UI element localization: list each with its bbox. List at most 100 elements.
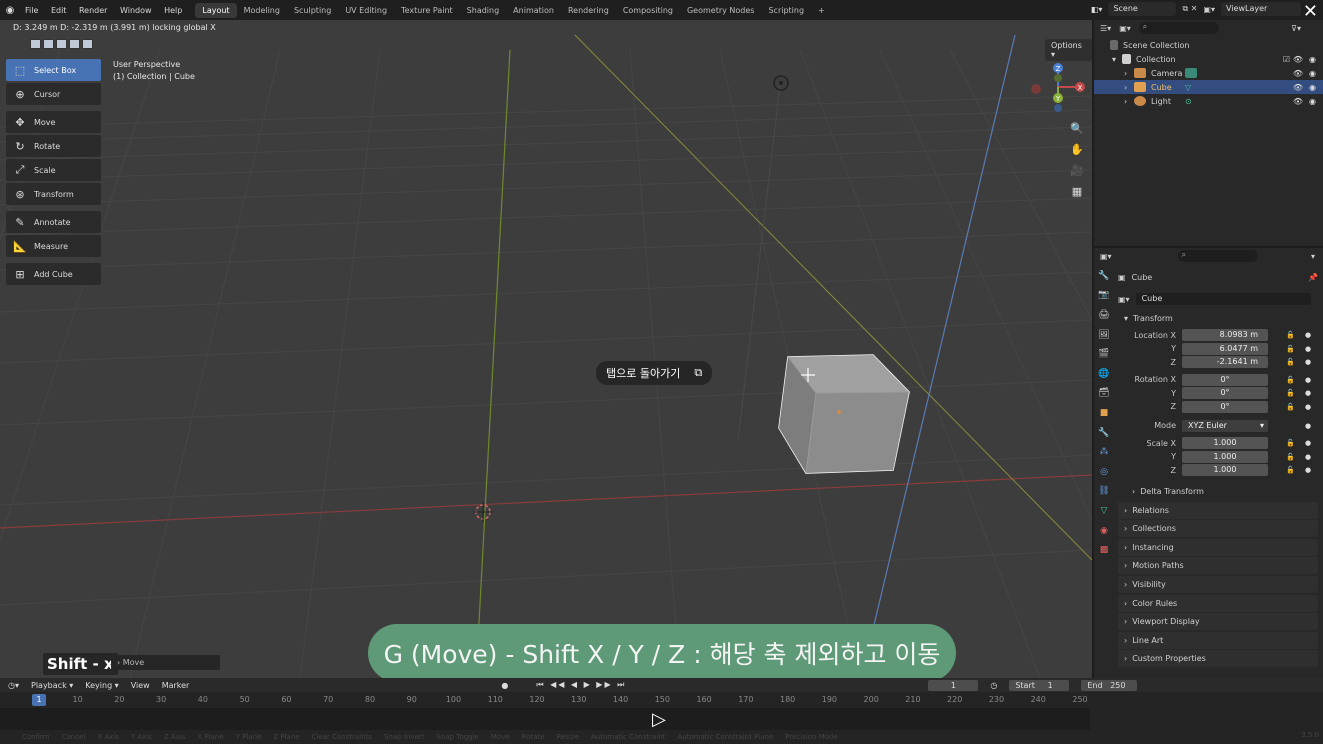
custom-properties-panel[interactable]: › Custom Properties [1118, 650, 1318, 668]
view-menu[interactable]: View [131, 681, 150, 690]
editor-type-icon[interactable]: ◷▾ [8, 681, 19, 690]
select-invert-icon[interactable] [69, 39, 80, 49]
tab-shading[interactable]: Shading [460, 3, 507, 18]
render-camera-icon[interactable]: ◉ [1309, 69, 1316, 78]
navigation-gizmo[interactable]: Z X Y [1031, 63, 1085, 112]
tab-texture-paint[interactable]: Texture Paint [394, 3, 460, 18]
lock-icon[interactable]: 🔓 [1286, 466, 1295, 474]
keyframe-area[interactable] [0, 708, 1090, 730]
scale-y-field[interactable]: 1.000 [1182, 450, 1268, 463]
lock-icon[interactable]: 🔓 [1286, 403, 1295, 411]
playback-controls[interactable]: ⏮ ◀◀ ◀ ▶ ▶▶ ⏭ [536, 680, 626, 690]
select-subtract-icon[interactable] [56, 39, 67, 49]
chevron-down-icon[interactable]: ▾ [1311, 252, 1315, 261]
editor-type-icon[interactable]: ☰▾ [1100, 24, 1111, 33]
outliner-item-camera[interactable]: › Camera 👁 ◉ [1094, 66, 1323, 80]
tool-transform[interactable]: ⊛ Transform [6, 183, 101, 205]
particles-tab-icon[interactable]: ⁂ [1094, 442, 1114, 462]
collections-panel[interactable]: › Collections [1118, 520, 1318, 538]
display-mode-icon[interactable]: ▣▾ [1119, 24, 1131, 33]
tab-geometry-nodes[interactable]: Geometry Nodes [680, 3, 761, 18]
editor-type-icon[interactable]: ▣▾ [1100, 252, 1112, 261]
view-layer-icon[interactable]: ▣▾ [1203, 5, 1215, 14]
tab-scripting[interactable]: Scripting [761, 3, 811, 18]
play-overlay-icon[interactable]: ▷ [652, 709, 666, 730]
3d-viewport[interactable]: Z X Y D: 3.249 m D: -2.319 m (3.991 m) l… [0, 20, 1092, 678]
preview-range-icon[interactable]: ◷ [990, 681, 997, 690]
view-layer-tab-icon[interactable]: 🖼 [1094, 325, 1114, 345]
menu-file[interactable]: File [25, 6, 38, 15]
tool-add-cube[interactable]: ⊞ Add Cube [6, 263, 101, 285]
constraints-tab-icon[interactable]: ⛓ [1094, 482, 1114, 502]
cube-object[interactable] [778, 354, 910, 474]
scene-icon[interactable]: ◧▾ [1091, 5, 1103, 14]
select-intersect-icon[interactable] [82, 39, 93, 49]
delta-transform-panel[interactable]: › Delta Transform [1118, 483, 1318, 500]
lock-icon[interactable]: 🔓 [1286, 345, 1295, 353]
menu-render[interactable]: Render [79, 6, 107, 15]
current-frame-field[interactable]: 1 [928, 679, 979, 691]
frame-ruler[interactable]: 1102030405060708090100110120130140150160… [30, 695, 1090, 707]
rotation-y-field[interactable]: 0° [1182, 387, 1268, 400]
render-camera-icon[interactable]: ◉ [1309, 55, 1316, 64]
modifier-tab-icon[interactable]: 🔧 [1094, 423, 1114, 443]
options-dropdown[interactable]: Options ▾ [1045, 39, 1092, 61]
tool-measure[interactable]: 📐 Measure [6, 235, 101, 257]
eye-icon[interactable]: 👁 [1293, 97, 1303, 106]
grid-ortho-icon[interactable]: ▦ [1066, 181, 1088, 202]
pin-icon[interactable]: 📌 [1308, 273, 1318, 282]
zoom-icon[interactable]: 🔍 [1066, 118, 1088, 139]
camera-object[interactable] [773, 75, 789, 91]
location-y-field[interactable]: 6.0477 m [1182, 342, 1268, 355]
color-rules-panel[interactable]: › Color Rules [1118, 594, 1318, 612]
select-extend-icon[interactable] [43, 39, 54, 49]
chevron-down-icon[interactable]: ▾ [1112, 55, 1122, 64]
marker-menu[interactable]: Marker [162, 681, 190, 690]
tab-modeling[interactable]: Modeling [237, 3, 287, 18]
menu-edit[interactable]: Edit [51, 6, 67, 15]
outliner-search-input[interactable]: ⌕ [1138, 22, 1219, 34]
menu-window[interactable]: Window [120, 6, 152, 15]
keyframe-dot-icon[interactable]: ● [1305, 453, 1311, 461]
tab-compositing[interactable]: Compositing [616, 3, 680, 18]
tab-layout[interactable]: Layout [195, 2, 237, 18]
chevron-right-icon[interactable]: › [1124, 69, 1134, 78]
eye-icon[interactable]: 👁 [1293, 69, 1303, 78]
keyframe-dot-icon[interactable]: ● [1305, 422, 1311, 430]
scene-field[interactable]: Scene [1108, 2, 1177, 16]
material-tab-icon[interactable]: ◉ [1094, 521, 1114, 541]
keyframe-dot-icon[interactable]: ● [1305, 376, 1311, 384]
return-to-tab-tooltip[interactable]: 탭으로 돌아가기 ⧉ [596, 361, 713, 385]
tab-uv-editing[interactable]: UV Editing [338, 3, 394, 18]
rotation-x-field[interactable]: 0° [1182, 373, 1268, 386]
lock-icon[interactable]: 🔓 [1286, 453, 1295, 461]
scene-tab-icon[interactable]: 🎬 [1094, 344, 1114, 364]
last-operator-panel[interactable]: › Move [111, 655, 220, 670]
playback-menu[interactable]: Playback ▾ [31, 681, 73, 690]
tool-select-box[interactable]: ⬚ Select Box [6, 59, 101, 81]
menu-help[interactable]: Help [164, 6, 182, 15]
visibility-panel[interactable]: › Visibility [1118, 576, 1318, 594]
tool-move[interactable]: ✥ Move [6, 111, 101, 133]
transform-panel-header[interactable]: ▾ Transform [1118, 310, 1318, 327]
start-frame-field[interactable]: Start 1 [1009, 679, 1070, 691]
texture-tab-icon[interactable]: ▩ [1094, 540, 1114, 560]
keyframe-dot-icon[interactable]: ● [1305, 466, 1311, 474]
line-art-panel[interactable]: › Line Art [1118, 631, 1318, 649]
lock-icon[interactable]: 🔓 [1286, 331, 1295, 339]
keying-menu[interactable]: Keying ▾ [85, 681, 118, 690]
render-camera-icon[interactable]: ◉ [1309, 97, 1316, 106]
add-workspace-button[interactable]: + [811, 3, 832, 18]
scale-z-field[interactable]: 1.000 [1182, 464, 1268, 477]
keyframe-dot-icon[interactable]: ● [1305, 345, 1311, 353]
tool-rotate[interactable]: ↻ Rotate [6, 135, 101, 157]
motion-paths-panel[interactable]: › Motion Paths [1118, 557, 1318, 575]
object-tab-icon[interactable]: ■ [1094, 403, 1114, 423]
keyframe-dot-icon[interactable]: ● [1305, 389, 1311, 397]
render-camera-icon[interactable]: ◉ [1309, 83, 1316, 92]
tool-cursor[interactable]: ⊕ Cursor [6, 83, 101, 105]
record-icon[interactable]: ● [501, 681, 508, 690]
tab-animation[interactable]: Animation [506, 3, 561, 18]
pan-hand-icon[interactable]: ✋ [1066, 139, 1088, 160]
eye-icon[interactable]: 👁 [1293, 83, 1303, 92]
